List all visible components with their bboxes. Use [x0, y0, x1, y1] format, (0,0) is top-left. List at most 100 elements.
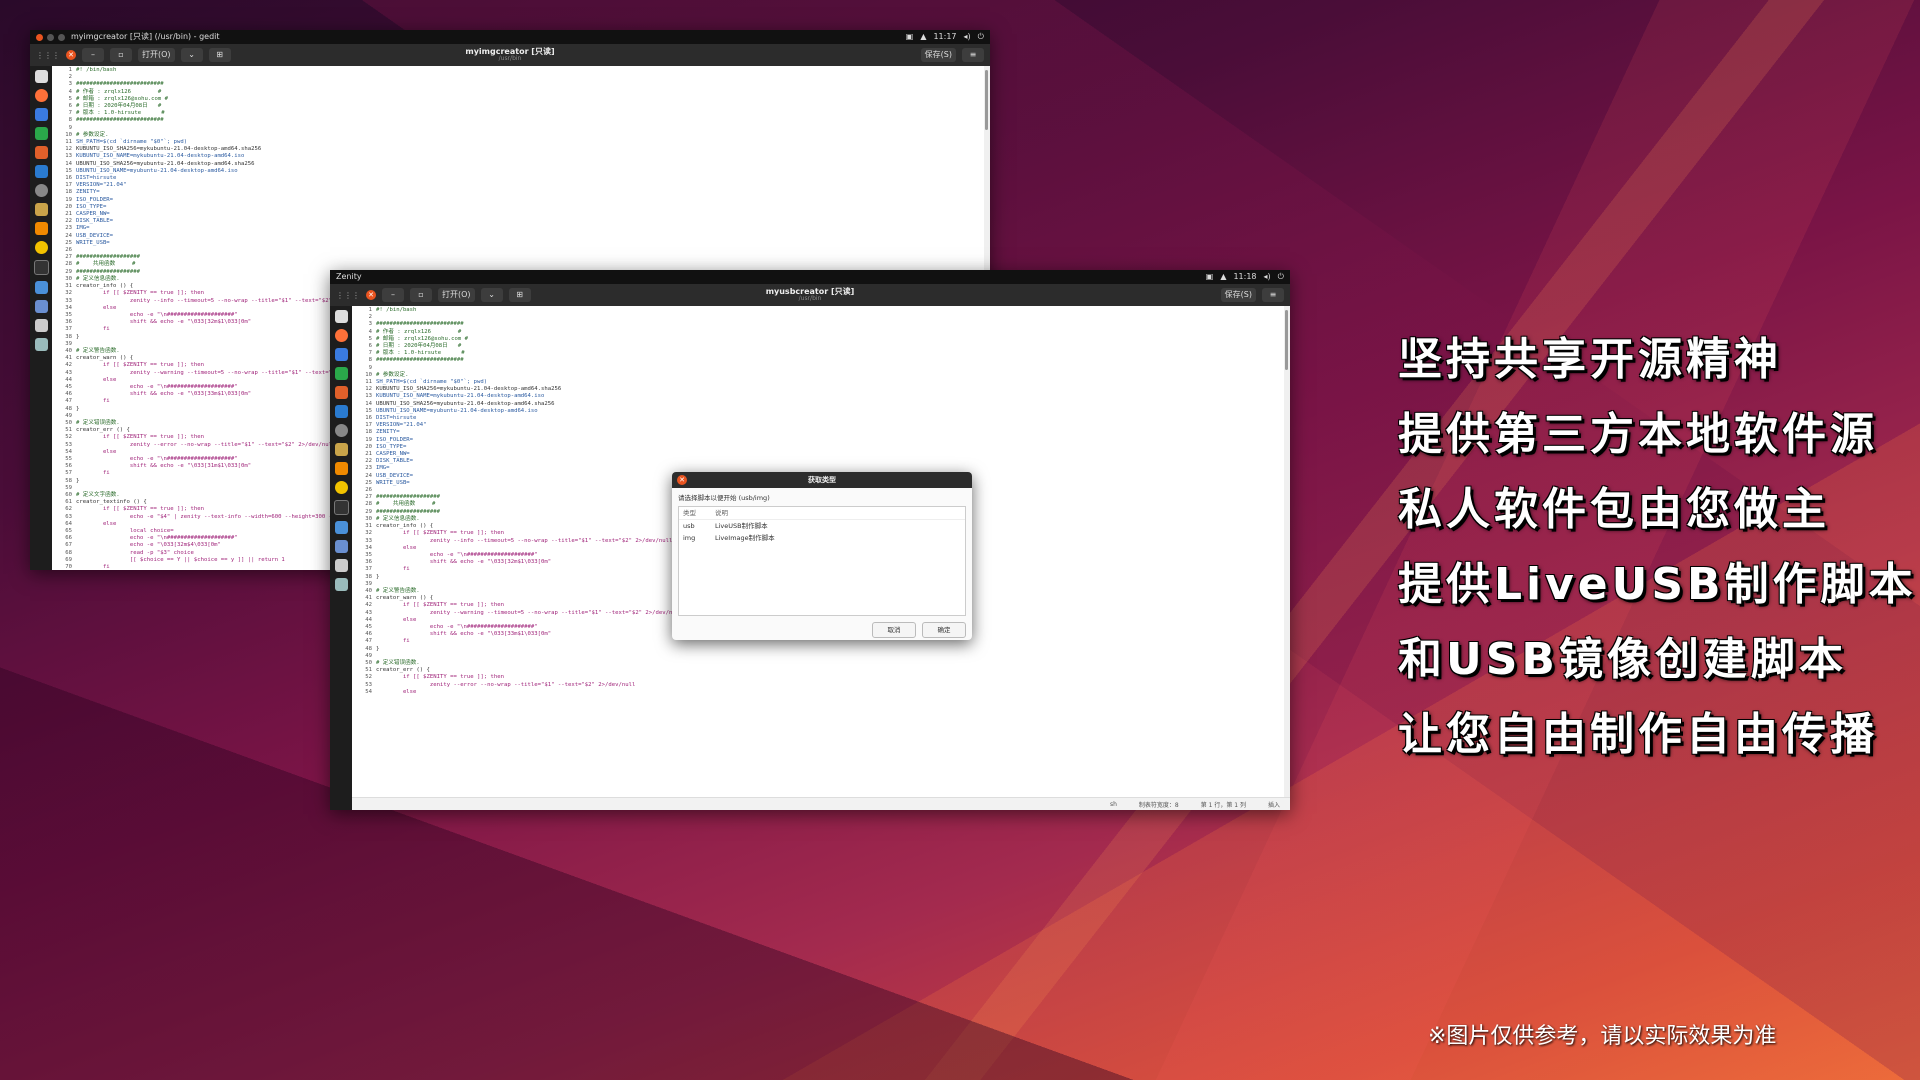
- text-editor-icon[interactable]: [34, 281, 48, 294]
- code-line[interactable]: 26: [56, 247, 984, 254]
- hamburger-menu-icon[interactable]: ≡: [962, 48, 984, 62]
- vlc-icon[interactable]: [334, 462, 348, 475]
- new-tab-icon[interactable]: ⊞: [508, 288, 531, 302]
- code-line[interactable]: 20 ISO_TYPE=: [56, 204, 984, 211]
- usb-creator-icon[interactable]: [34, 319, 48, 332]
- code-line[interactable]: 52 if [[ $ZENITY == true ]]; then: [356, 674, 1284, 681]
- code-line[interactable]: 22 DISK_TABLE=: [356, 458, 1284, 465]
- close-dot-icon[interactable]: [36, 33, 43, 41]
- minimize-dot-icon[interactable]: [47, 33, 54, 41]
- code-line[interactable]: 3 ##########################: [56, 81, 984, 88]
- code-line[interactable]: 25 WRITE_USB=: [56, 240, 984, 247]
- volume-icon[interactable]: ◂): [1264, 270, 1271, 284]
- new-tab-icon[interactable]: ⊞: [208, 48, 231, 62]
- code-line[interactable]: 10 # 参数设定.: [356, 372, 1284, 379]
- code-line[interactable]: 14 UBUNTU_ISO_SHA256=myubuntu-21.04-deskt…: [356, 401, 1284, 408]
- settings-icon[interactable]: [334, 540, 348, 553]
- text-editor-icon[interactable]: [334, 521, 348, 534]
- writer-icon[interactable]: [334, 348, 348, 361]
- code-line[interactable]: 1 #! /bin/bash: [356, 307, 1284, 314]
- code-line[interactable]: 7 # 版本 : 1.0-hirsute #: [356, 350, 1284, 357]
- code-line[interactable]: 17 VERSION="21.04": [356, 422, 1284, 429]
- firefox-icon[interactable]: [334, 329, 348, 342]
- code-line[interactable]: 13 KUBUNTU_ISO_NAME=mykubuntu-21.04-deskt…: [56, 153, 984, 160]
- rhythmbox-icon[interactable]: [34, 241, 48, 254]
- language-selector[interactable]: sh: [1110, 801, 1117, 808]
- code-line[interactable]: 9: [56, 125, 984, 132]
- code-line[interactable]: 19 ISO_FOLDER=: [356, 437, 1284, 444]
- cancel-button[interactable]: 取消: [872, 622, 916, 638]
- system-tray[interactable]: ▣ ▲ 11:18 ◂) ⏻: [1206, 270, 1284, 284]
- code-line[interactable]: 2: [56, 74, 984, 81]
- bell-icon[interactable]: ▲: [920, 30, 926, 44]
- open-menu-chevron-icon[interactable]: ⌄: [480, 288, 503, 302]
- writer-icon[interactable]: [34, 108, 48, 121]
- maximize-dot-icon[interactable]: [58, 33, 65, 41]
- calc-icon[interactable]: [334, 367, 348, 380]
- open-menu-chevron-icon[interactable]: ⌄: [180, 48, 203, 62]
- code-line[interactable]: 11 SH_PATH=$(cd `dirname "$0"`; pwd): [356, 379, 1284, 386]
- code-line[interactable]: 24 USB_DEVICE=: [56, 233, 984, 240]
- code-line[interactable]: 6 # 日期 : 2020年04月08日 #: [356, 343, 1284, 350]
- code-line[interactable]: 18 ZENITY=: [56, 189, 984, 196]
- code-line[interactable]: 23 IMG=: [56, 225, 984, 232]
- archive-icon[interactable]: [34, 203, 48, 216]
- code-line[interactable]: 5 # 邮箱 : zrqlx126@sohu.com #: [56, 96, 984, 103]
- app-grid-icon[interactable]: ⋮⋮⋮: [36, 51, 60, 60]
- close-icon[interactable]: ✕: [366, 290, 376, 300]
- trash-icon[interactable]: [334, 578, 348, 591]
- firefox-icon[interactable]: [34, 89, 48, 102]
- open-button[interactable]: 打开(O): [138, 48, 175, 62]
- code-line[interactable]: 3 ##########################: [356, 321, 1284, 328]
- code-line[interactable]: 12 KUBUNTU_ISO_SHA256=mykubuntu-21.04-des…: [56, 146, 984, 153]
- code-line[interactable]: 1 #! /bin/bash: [56, 67, 984, 74]
- volume-icon[interactable]: ◂): [964, 30, 971, 44]
- hamburger-menu-icon[interactable]: ≡: [1262, 288, 1284, 302]
- code-line[interactable]: 8 ##########################: [356, 357, 1284, 364]
- save-button[interactable]: 保存(S): [1220, 288, 1256, 302]
- list-item[interactable]: img LiveImage制作脚本: [679, 532, 965, 544]
- col-type-header[interactable]: 类型: [679, 507, 715, 519]
- disks-icon[interactable]: [34, 184, 48, 197]
- code-line[interactable]: 21 CASPER_NW=: [356, 451, 1284, 458]
- code-line[interactable]: 21 CASPER_NW=: [56, 211, 984, 218]
- code-line[interactable]: 16 DIST=hirsute: [356, 415, 1284, 422]
- trash-icon[interactable]: [34, 338, 48, 351]
- app-grid-icon[interactable]: ⋮⋮⋮: [336, 291, 360, 300]
- clock[interactable]: 11:17: [933, 30, 956, 44]
- code-line[interactable]: 2: [356, 314, 1284, 321]
- code-line[interactable]: 11 SH_PATH=$(cd `dirname "$0"`; pwd): [56, 139, 984, 146]
- cursor-position[interactable]: 第 1 行，第 1 列: [1201, 800, 1246, 809]
- zenity-list-dialog[interactable]: ✕ 获取类型 请选择脚本以便开始 (usb/img) 类型 说明 usb Liv…: [672, 472, 972, 640]
- disks-icon[interactable]: [334, 424, 348, 437]
- settings-icon[interactable]: [34, 300, 48, 313]
- clock[interactable]: 11:18: [1233, 270, 1256, 284]
- dialog-close-icon[interactable]: ✕: [677, 475, 687, 485]
- vlc-icon[interactable]: [34, 222, 48, 235]
- terminal-icon[interactable]: [333, 500, 349, 515]
- archive-icon[interactable]: [334, 443, 348, 456]
- code-line[interactable]: 49: [356, 653, 1284, 660]
- code-line[interactable]: 20 ISO_TYPE=: [356, 444, 1284, 451]
- code-line[interactable]: 22 DISK_TABLE=: [56, 218, 984, 225]
- close-icon[interactable]: ✕: [66, 50, 76, 60]
- system-tray[interactable]: ▣ ▲ 11:17 ◂) ⏻: [906, 30, 984, 44]
- impress-icon[interactable]: [34, 146, 48, 159]
- code-line[interactable]: 6 # 日期 : 2020年04月08日 #: [56, 103, 984, 110]
- code-line[interactable]: 27 ###################: [56, 254, 984, 261]
- code-line[interactable]: 16 DIST=hirsute: [56, 175, 984, 182]
- code-line[interactable]: 15 UBUNTU_ISO_NAME=myubuntu-21.04-desktop…: [56, 168, 984, 175]
- code-line[interactable]: 28 # 共用函数 #: [56, 261, 984, 268]
- code-line[interactable]: 13 KUBUNTU_ISO_NAME=mykubuntu-21.04-deskt…: [356, 393, 1284, 400]
- code-line[interactable]: 12 KUBUNTU_ISO_SHA256=mykubuntu-21.04-des…: [356, 386, 1284, 393]
- usb-creator-icon[interactable]: [334, 559, 348, 572]
- save-button[interactable]: 保存(S): [920, 48, 956, 62]
- tab-width-selector[interactable]: 制表符宽度：8: [1139, 800, 1179, 809]
- network-icon[interactable]: ▣: [906, 30, 914, 44]
- minimize-button[interactable]: –: [82, 48, 104, 62]
- code-line[interactable]: 48}: [356, 646, 1284, 653]
- code-line[interactable]: 5 # 邮箱 : zrqlx126@sohu.com #: [356, 336, 1284, 343]
- code-line[interactable]: 4 # 作者 : zrqlx126 #: [356, 329, 1284, 336]
- code-line[interactable]: 4 # 作者 : zrqlx126 #: [56, 89, 984, 96]
- software-icon[interactable]: [334, 405, 348, 418]
